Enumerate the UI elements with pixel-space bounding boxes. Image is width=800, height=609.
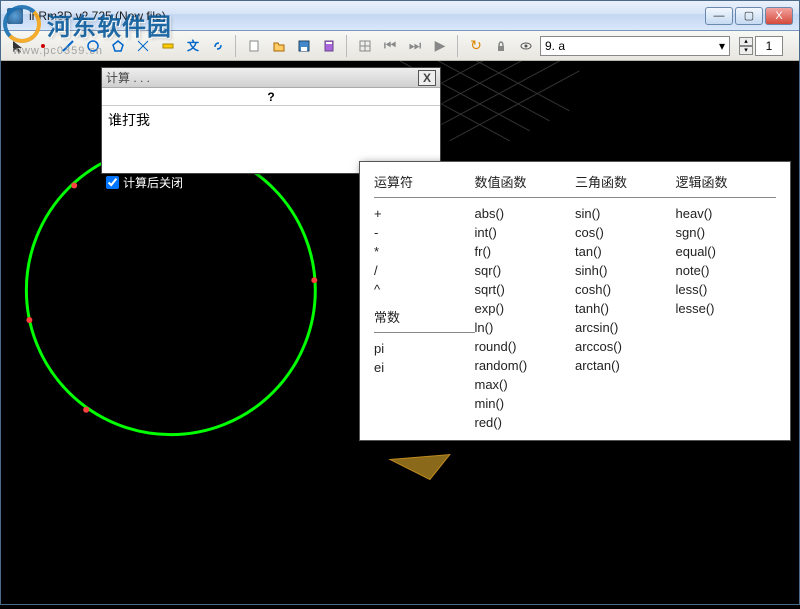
- open-icon[interactable]: [268, 35, 290, 57]
- fn-column-header: 运算符: [374, 172, 475, 193]
- close-button[interactable]: X: [765, 7, 793, 25]
- fn-item[interactable]: lesse(): [676, 299, 777, 318]
- calc-dialog: 计算 . . . X ? 计算后关闭: [101, 67, 441, 174]
- chevron-down-icon: ▾: [719, 39, 725, 53]
- triangle-shape[interactable]: [390, 455, 450, 480]
- fn-item[interactable]: sin(): [575, 204, 676, 223]
- eye-icon[interactable]: [515, 35, 537, 57]
- titlebar[interactable]: inRm3D v2.725 (New file) — ▢ X: [1, 1, 799, 31]
- fn-item[interactable]: sgn(): [676, 223, 777, 242]
- calc-help-button[interactable]: ?: [102, 88, 440, 106]
- fn-item[interactable]: cos(): [575, 223, 676, 242]
- fn-item[interactable]: cosh(): [575, 280, 676, 299]
- refresh-icon[interactable]: ↻: [465, 35, 487, 57]
- window-controls: — ▢ X: [705, 7, 793, 25]
- save-icon[interactable]: [293, 35, 315, 57]
- fn-item[interactable]: random(): [475, 356, 576, 375]
- fn-item[interactable]: sqr(): [475, 261, 576, 280]
- grid-icon[interactable]: [354, 35, 376, 57]
- new-icon[interactable]: [243, 35, 265, 57]
- lock-icon[interactable]: [490, 35, 512, 57]
- spin-control: ▴ ▾ 1: [739, 36, 783, 56]
- minimize-button[interactable]: —: [705, 7, 733, 25]
- fn-item[interactable]: +: [374, 204, 475, 223]
- fn-item[interactable]: pi: [374, 339, 475, 358]
- fn-column: 数值函数 abs()int()fr()sqr()sqrt()exp()ln()ro…: [475, 172, 576, 432]
- point-d[interactable]: [83, 407, 89, 413]
- fn-item[interactable]: tan(): [575, 242, 676, 261]
- play-icon[interactable]: ▶: [429, 35, 451, 57]
- calc-dialog-close-button[interactable]: X: [418, 70, 436, 86]
- fn-item[interactable]: ei: [374, 358, 475, 377]
- fn-item[interactable]: less(): [676, 280, 777, 299]
- point-a[interactable]: [71, 183, 77, 189]
- spin-value[interactable]: 1: [755, 36, 783, 56]
- fn-item[interactable]: int(): [475, 223, 576, 242]
- fn-item[interactable]: arcsin(): [575, 318, 676, 337]
- fn-item[interactable]: heav(): [676, 204, 777, 223]
- link-icon[interactable]: [207, 35, 229, 57]
- skip-back-icon[interactable]: ⏮: [379, 35, 401, 57]
- close-after-calc-text: 计算后关闭: [123, 174, 183, 191]
- app-window: inRm3D v2.725 (New file) — ▢ X 文 ⏮ ⏭ ▶ ↻…: [0, 0, 800, 605]
- maximize-button[interactable]: ▢: [735, 7, 763, 25]
- fn-item[interactable]: ^: [374, 280, 475, 299]
- fn-item[interactable]: abs(): [475, 204, 576, 223]
- calc-dialog-title: 计算 . . .: [106, 69, 418, 86]
- fn-item[interactable]: round(): [475, 337, 576, 356]
- fn-column-header: 数值函数: [475, 172, 576, 193]
- app-icon: [7, 8, 23, 24]
- calc-icon[interactable]: [318, 35, 340, 57]
- intersect-icon[interactable]: [132, 35, 154, 57]
- text-icon[interactable]: 文: [182, 35, 204, 57]
- fn-item[interactable]: -: [374, 223, 475, 242]
- polygon-icon[interactable]: [107, 35, 129, 57]
- fn-item[interactable]: ln(): [475, 318, 576, 337]
- circle-icon[interactable]: [82, 35, 104, 57]
- fn-column: 三角函数sin()cos()tan()sinh()cosh()tanh()arc…: [575, 172, 676, 432]
- arrow-icon[interactable]: [7, 35, 29, 57]
- fn-column-header: 常数: [374, 307, 475, 328]
- point-icon[interactable]: [32, 35, 54, 57]
- fn-column-header: 三角函数: [575, 172, 676, 193]
- measure-icon[interactable]: [157, 35, 179, 57]
- close-after-calc-checkbox[interactable]: [106, 176, 119, 189]
- dropdown-value: 9. a: [545, 39, 565, 53]
- fn-item[interactable]: arccos(): [575, 337, 676, 356]
- fn-item[interactable]: arctan(): [575, 356, 676, 375]
- fn-item[interactable]: min(): [475, 394, 576, 413]
- calc-dialog-titlebar[interactable]: 计算 . . . X: [102, 68, 440, 88]
- fn-column: 逻辑函数 heav()sgn()equal()note()less()lesse(…: [676, 172, 777, 432]
- fn-item[interactable]: red(): [475, 413, 576, 432]
- fn-column: 运算符 +-*/^ 常数 piei: [374, 172, 475, 432]
- calc-input[interactable]: [102, 106, 440, 168]
- spin-up-button[interactable]: ▴: [739, 37, 753, 46]
- close-after-calc-label[interactable]: 计算后关闭: [102, 172, 187, 193]
- skip-fwd-icon[interactable]: ⏭: [404, 35, 426, 57]
- spin-down-button[interactable]: ▾: [739, 46, 753, 55]
- fn-item[interactable]: equal(): [676, 242, 777, 261]
- fn-item[interactable]: tanh(): [575, 299, 676, 318]
- fn-item[interactable]: *: [374, 242, 475, 261]
- fn-item[interactable]: sinh(): [575, 261, 676, 280]
- toolbar: 文 ⏮ ⏭ ▶ ↻ 9. a ▾ ▴ ▾ 1: [1, 31, 799, 61]
- object-dropdown[interactable]: 9. a ▾: [540, 36, 730, 56]
- point-c[interactable]: [26, 317, 32, 323]
- fn-item[interactable]: note(): [676, 261, 777, 280]
- fn-column-header: 逻辑函数: [676, 172, 777, 193]
- fn-item[interactable]: fr(): [475, 242, 576, 261]
- point-e[interactable]: [311, 277, 317, 283]
- function-panel: 运算符 +-*/^ 常数 piei 数值函数 abs()int()fr()sqr()sqr…: [359, 161, 791, 441]
- fn-item[interactable]: sqrt(): [475, 280, 576, 299]
- fn-item[interactable]: /: [374, 261, 475, 280]
- fn-item[interactable]: max(): [475, 375, 576, 394]
- window-title: inRm3D v2.725 (New file): [29, 9, 705, 23]
- fn-item[interactable]: exp(): [475, 299, 576, 318]
- line-icon[interactable]: [57, 35, 79, 57]
